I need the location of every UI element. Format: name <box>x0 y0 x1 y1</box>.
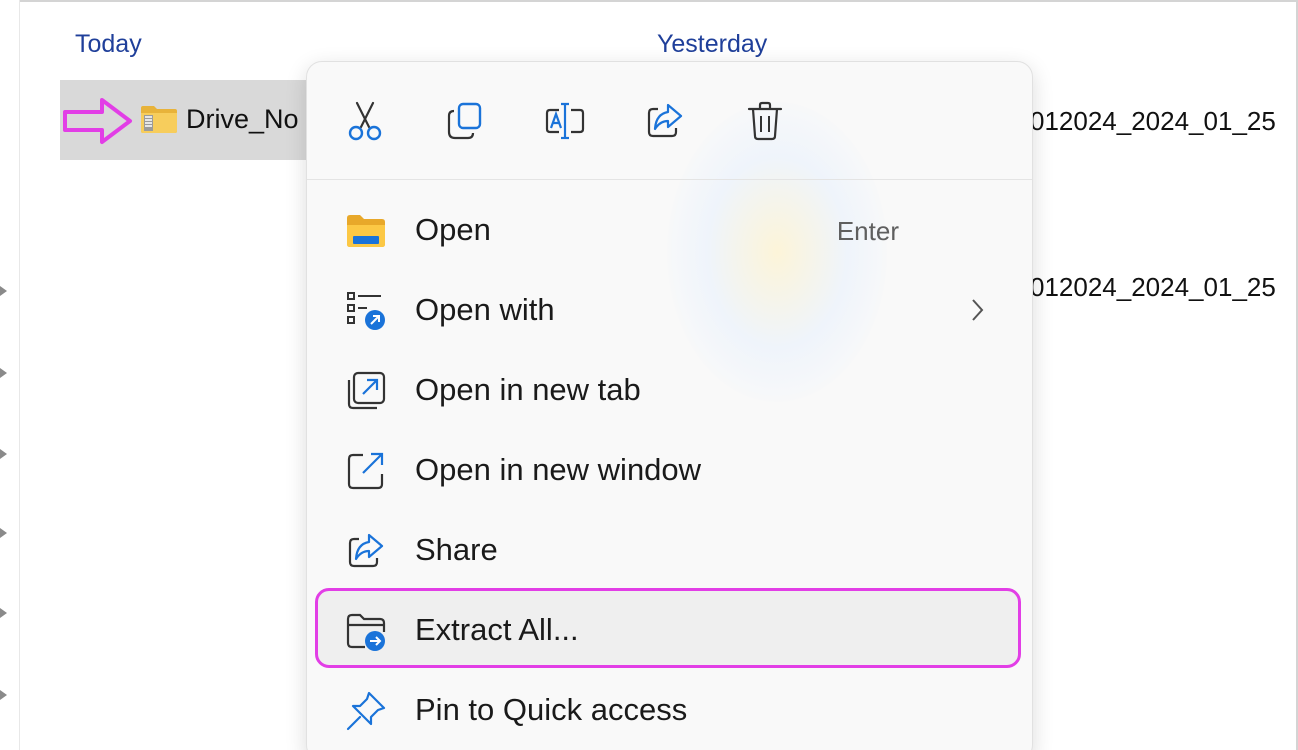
rename-button[interactable] <box>540 96 590 146</box>
cut-icon <box>348 101 382 141</box>
folder-icon <box>347 215 385 247</box>
cut-button[interactable] <box>340 96 390 146</box>
new-tab-icon <box>347 371 386 410</box>
menu-item-open-in-new-window[interactable]: Open in new window <box>315 432 1025 508</box>
copy-button[interactable] <box>440 96 490 146</box>
navigation-pane-edge <box>0 0 20 750</box>
pin-icon <box>346 691 386 731</box>
file-name-partial[interactable]: 012024_2024_01_25 <box>1030 272 1290 303</box>
menu-item-open[interactable]: Open Enter <box>315 192 1025 268</box>
extract-icon <box>346 613 386 651</box>
context-menu: Open Enter Open with Open in new tab Ope… <box>306 61 1033 750</box>
menu-label: Share <box>415 532 498 567</box>
menu-label: Open with <box>415 292 555 327</box>
menu-label: Open <box>415 212 491 247</box>
chevron-right-icon <box>972 299 984 321</box>
menu-item-share[interactable]: Share <box>315 512 1025 588</box>
pointer-arrow-icon <box>63 98 132 144</box>
menu-label: Pin to Quick access <box>415 692 688 727</box>
menu-item-open-in-new-tab[interactable]: Open in new tab <box>315 352 1025 428</box>
delete-button[interactable] <box>740 96 790 146</box>
menu-item-extract-all[interactable]: Extract All... <box>315 592 1025 668</box>
group-header-yesterday[interactable]: Yesterday <box>657 30 767 59</box>
share-icon <box>348 533 384 568</box>
shortcut-hint: Enter <box>836 216 899 246</box>
open-with-icon <box>347 292 385 330</box>
expand-chevron-icon[interactable] <box>0 528 7 538</box>
share-button[interactable] <box>640 96 690 146</box>
expand-chevron-icon[interactable] <box>0 608 7 618</box>
expand-chevron-icon[interactable] <box>0 368 7 378</box>
expand-chevron-icon[interactable] <box>0 690 7 700</box>
expand-chevron-icon[interactable] <box>0 449 7 459</box>
expand-chevron-icon[interactable] <box>0 286 7 296</box>
menu-label: Extract All... <box>415 612 579 647</box>
delete-icon <box>747 101 783 141</box>
new-window-icon <box>347 452 384 490</box>
menu-item-pin-to-quick-access[interactable]: Pin to Quick access <box>315 672 1025 748</box>
menu-label: Open in new tab <box>415 372 641 407</box>
zip-folder-icon <box>141 106 177 133</box>
group-header-today[interactable]: Today <box>75 30 142 59</box>
share-icon <box>647 103 683 138</box>
menu-item-open-with[interactable]: Open with <box>315 272 1025 348</box>
copy-icon <box>447 102 482 140</box>
menu-label: Open in new window <box>415 452 702 487</box>
file-name[interactable]: Drive_No <box>186 104 299 135</box>
file-name-partial[interactable]: 012024_2024_01_25 <box>1030 106 1290 137</box>
context-toolbar <box>307 62 1032 180</box>
rename-icon <box>545 102 585 140</box>
